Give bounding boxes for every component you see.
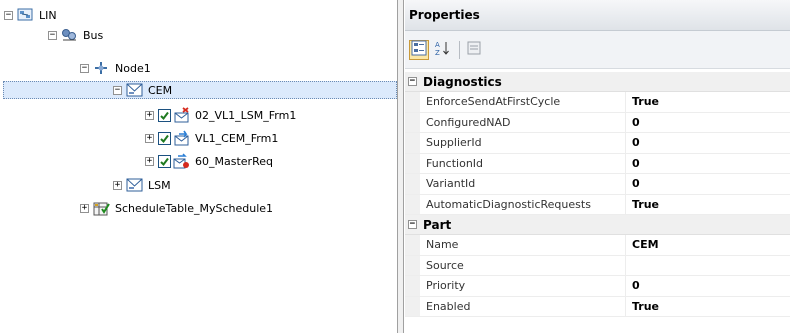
- expand-icon[interactable]: +: [145, 156, 154, 166]
- property-value[interactable]: [626, 256, 790, 276]
- properties-header: Properties: [405, 0, 790, 31]
- tree-node-schedule-table[interactable]: + ScheduleTable_MySchedule1: [80, 199, 275, 217]
- collapse-icon[interactable]: −: [80, 63, 89, 73]
- tree-node-frame-vl1-cem[interactable]: + VL1_CEM_Frm1: [145, 129, 280, 147]
- property-row[interactable]: SupplierId 0: [405, 133, 790, 154]
- tree-node-frame-60-masterreq[interactable]: + 60_MasterReq: [145, 152, 275, 170]
- property-row[interactable]: FunctionId 0: [405, 153, 790, 174]
- pane-splitter[interactable]: [398, 0, 404, 333]
- property-value[interactable]: 0: [626, 276, 790, 296]
- property-value[interactable]: True: [626, 297, 790, 317]
- property-name: SupplierId: [420, 133, 626, 153]
- tree-node-label: 02_VL1_LSM_Frm1: [195, 108, 297, 122]
- property-name: Priority: [420, 276, 626, 296]
- properties-toolbar: AZ: [405, 31, 790, 69]
- expand-icon[interactable]: +: [113, 180, 122, 190]
- enabled-checkbox[interactable]: [158, 108, 171, 122]
- property-row[interactable]: VariantId 0: [405, 174, 790, 195]
- category-diagnostics[interactable]: − Diagnostics: [405, 72, 790, 92]
- project-tree[interactable]: − LIN − Bus − Node1 − CEM + 02_VL1_LSM_F…: [0, 0, 398, 333]
- tree-node-node1[interactable]: − Node1: [80, 59, 153, 77]
- alphabetical-sort-button[interactable]: AZ: [432, 40, 452, 60]
- property-name: VariantId: [420, 174, 626, 194]
- collapse-icon[interactable]: −: [4, 10, 13, 20]
- property-value[interactable]: True: [626, 195, 790, 215]
- property-row[interactable]: ConfiguredNAD 0: [405, 112, 790, 133]
- enabled-checkbox[interactable]: [158, 131, 171, 145]
- property-row[interactable]: AutomaticDiagnosticRequests True: [405, 194, 790, 215]
- bus-icon: [61, 27, 78, 43]
- property-name: EnforceSendAtFirstCycle: [420, 92, 626, 112]
- tree-node-label: Node1: [115, 61, 151, 75]
- property-name: ConfiguredNAD: [420, 112, 626, 132]
- svg-text:A: A: [435, 41, 440, 49]
- svg-text:Z: Z: [435, 49, 440, 56]
- tree-node-cem[interactable]: − CEM: [113, 81, 174, 99]
- property-value[interactable]: 0: [626, 113, 790, 133]
- property-value[interactable]: True: [626, 92, 790, 112]
- property-value[interactable]: 0: [626, 133, 790, 153]
- property-name: Source: [420, 255, 626, 275]
- property-name: Name: [420, 235, 626, 255]
- categorized-view-icon: [411, 40, 427, 59]
- tree-node-label: ScheduleTable_MySchedule1: [115, 201, 274, 215]
- category-label: Part: [423, 217, 452, 232]
- ecu-icon: [126, 82, 143, 98]
- tree-node-label: LSM: [148, 178, 171, 192]
- tree-selection-highlight: [3, 81, 397, 99]
- categorized-view-button[interactable]: [409, 39, 429, 60]
- collapse-icon[interactable]: −: [408, 77, 417, 86]
- expand-icon[interactable]: +: [145, 110, 154, 120]
- property-value[interactable]: 0: [626, 174, 790, 194]
- property-name: AutomaticDiagnosticRequests: [420, 194, 626, 214]
- tree-node-label: LIN: [39, 8, 57, 22]
- property-value[interactable]: CEM: [626, 235, 790, 255]
- expand-icon[interactable]: +: [80, 203, 89, 213]
- properties-panel: Properties AZ − Diagnostics EnforceSendA…: [405, 0, 790, 333]
- collapse-icon[interactable]: −: [48, 30, 57, 40]
- tree-node-bus[interactable]: − Bus: [48, 26, 105, 44]
- schedule-table-icon: [93, 200, 110, 216]
- ecu-icon: [126, 177, 143, 193]
- property-pages-button[interactable]: [464, 40, 484, 60]
- property-row[interactable]: Enabled True: [405, 296, 790, 317]
- enabled-checkbox[interactable]: [158, 154, 171, 168]
- tree-node-label: 60_MasterReq: [195, 154, 273, 168]
- property-name: Enabled: [420, 296, 626, 316]
- frame-receive-icon: [173, 107, 190, 123]
- master-request-icon: [173, 153, 190, 169]
- tree-node-label: VL1_CEM_Frm1: [195, 131, 279, 145]
- category-part[interactable]: − Part: [405, 215, 790, 235]
- property-value[interactable]: 0: [626, 154, 790, 174]
- properties-title: Properties: [409, 8, 480, 22]
- property-row[interactable]: Source: [405, 255, 790, 276]
- tree-node-label: CEM: [148, 83, 173, 97]
- tree-node-lin[interactable]: − LIN: [4, 6, 59, 24]
- tree-node-label: Bus: [83, 28, 104, 42]
- node-icon: [93, 60, 110, 76]
- lin-network-icon: [17, 7, 34, 23]
- collapse-icon[interactable]: −: [408, 220, 417, 229]
- expand-icon[interactable]: +: [145, 133, 154, 143]
- toolbar-separator: [459, 40, 460, 59]
- tree-node-lsm[interactable]: + LSM: [113, 176, 173, 194]
- tree-node-frame-02-vl1-lsm[interactable]: + 02_VL1_LSM_Frm1: [145, 106, 298, 124]
- category-label: Diagnostics: [423, 74, 502, 89]
- frame-transmit-icon: [173, 130, 190, 146]
- property-pages-icon: [466, 40, 482, 59]
- collapse-icon[interactable]: −: [113, 85, 122, 95]
- property-row[interactable]: Priority 0: [405, 276, 790, 297]
- property-name: FunctionId: [420, 153, 626, 173]
- alphabetical-sort-icon: AZ: [434, 40, 450, 59]
- property-row[interactable]: Name CEM: [405, 235, 790, 256]
- property-row[interactable]: EnforceSendAtFirstCycle True: [405, 92, 790, 113]
- property-grid: − Diagnostics EnforceSendAtFirstCycle Tru…: [405, 72, 790, 317]
